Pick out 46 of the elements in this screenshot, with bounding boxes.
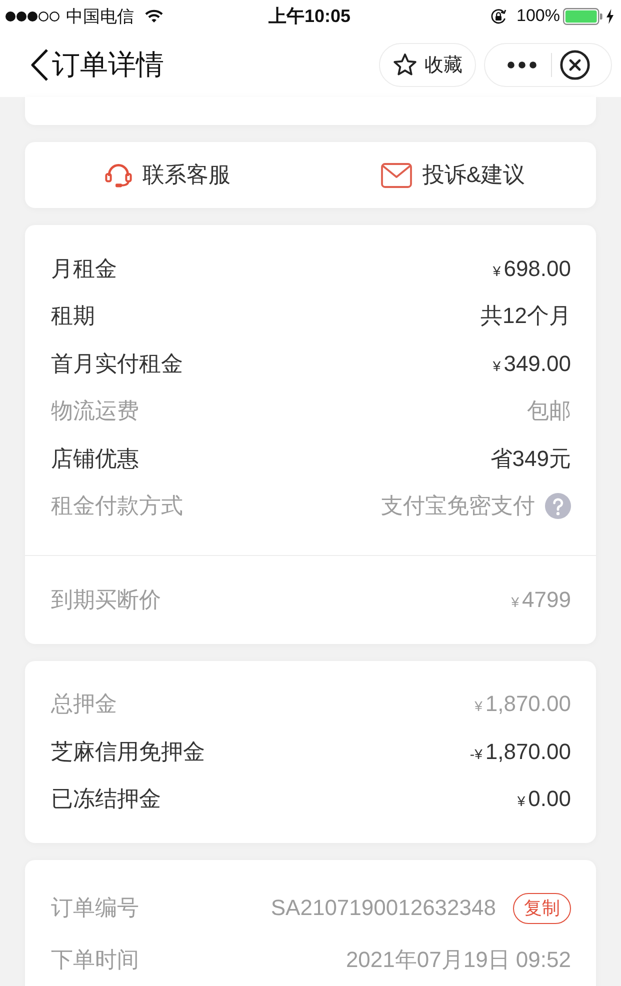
envelope-icon [381, 162, 412, 188]
chevron-left-icon [30, 48, 49, 82]
field-value: 支付宝免密支付 [381, 492, 535, 520]
field-value: SA2107190012632348 [270, 895, 496, 921]
close-icon [560, 50, 590, 80]
battery-icon [563, 8, 603, 24]
field-label: 总押金 [51, 690, 117, 718]
carrier-name: 中国电信 [66, 6, 134, 28]
field-label: 订单编号 [51, 894, 139, 922]
field-value: ¥698.00 [492, 256, 571, 282]
page-title: 订单详情 [52, 48, 164, 82]
field-label: 物流运费 [51, 397, 139, 426]
field-value: 包邮 [527, 397, 571, 426]
field-value: ¥4799 [511, 586, 571, 613]
headset-icon [105, 162, 132, 188]
rotation-lock-icon [490, 8, 507, 24]
close-button[interactable] [560, 50, 590, 80]
more-button[interactable] [507, 60, 537, 68]
field-value: -¥1,870.00 [470, 738, 571, 765]
battery-percent: 100% [516, 6, 560, 26]
field-value: ¥349.00 [492, 350, 571, 377]
field-value: 省349元 [490, 444, 571, 473]
signal-icon [5, 10, 60, 22]
favorite-button[interactable]: 收藏 [379, 42, 476, 86]
field-label: 租期 [51, 302, 95, 330]
field-label: 到期买断价 [51, 586, 161, 614]
field-value: ¥0.00 [517, 786, 571, 812]
status-time: 上午10:05 [268, 5, 351, 28]
field-label: 已冻结押金 [51, 785, 161, 814]
star-icon [392, 53, 416, 76]
wifi-icon [145, 9, 163, 23]
more-icon [507, 60, 537, 68]
field-value: ¥1,870.00 [474, 691, 571, 718]
field-label: 首月实付租金 [51, 350, 183, 378]
field-label: 店铺优惠 [51, 444, 139, 473]
field-label: 芝麻信用免押金 [51, 738, 205, 766]
customer-service-button[interactable]: 联系客服 [105, 160, 230, 190]
copy-button[interactable]: 复制 [513, 892, 571, 924]
back-button[interactable] [30, 48, 49, 82]
field-label: 租金付款方式 [51, 492, 183, 520]
field-value: 2021年07月19日 09:52 [346, 946, 571, 974]
field-label: 下单时间 [51, 946, 139, 974]
feedback-button[interactable]: 投诉&建议 [381, 160, 526, 190]
field-value: 共12个月 [480, 302, 571, 330]
field-label: 月租金 [51, 254, 117, 283]
charging-bolt-icon [606, 8, 614, 24]
